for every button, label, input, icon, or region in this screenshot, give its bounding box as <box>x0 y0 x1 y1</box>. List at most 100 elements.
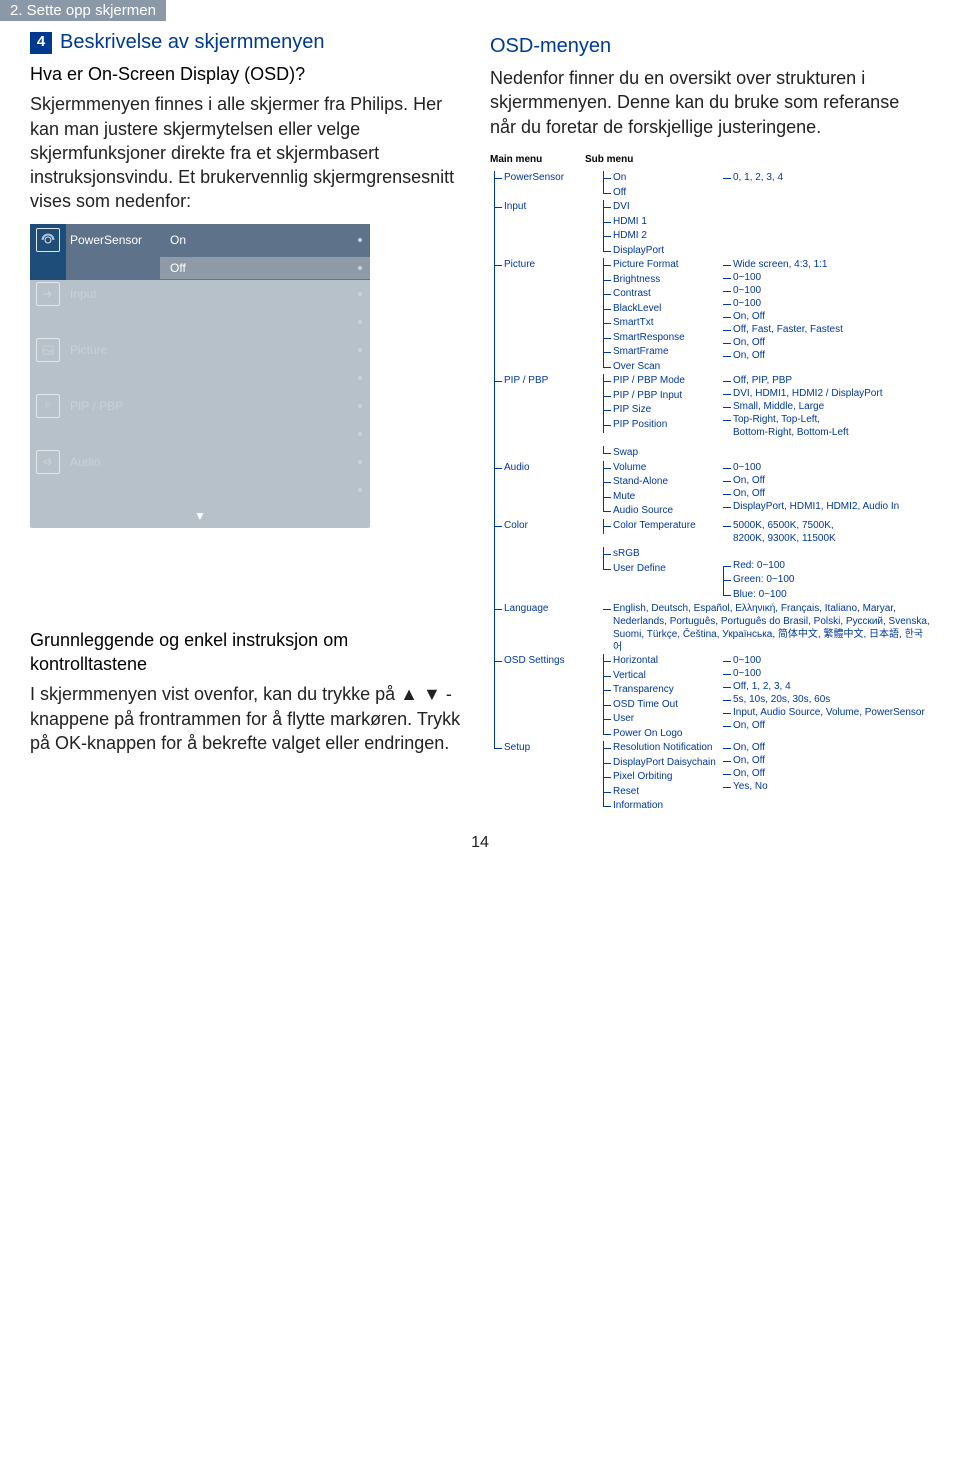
step-number: 4 <box>30 32 52 54</box>
sub-menu-item: Contrast <box>599 287 719 302</box>
sub-menu-item: On <box>599 171 719 186</box>
value-item: 0~100 <box>719 284 930 297</box>
osd-option-off[interactable]: Off <box>160 257 370 279</box>
sub-menu-item: OSD Time Out <box>599 698 719 713</box>
sub-menu-item: Horizontal <box>599 654 719 669</box>
main-menu-item: PIP / PBP <box>490 374 599 461</box>
sub-menu-item: Transparency <box>599 683 719 698</box>
sub-menu-item: BlackLevel <box>599 302 719 317</box>
value-item: 0, 1, 2, 3, 4 <box>719 171 930 184</box>
value-item: 0~100 <box>719 297 930 310</box>
sub-menu-item: Information <box>599 799 719 814</box>
sub-menu-item: Audio Source <box>599 504 719 519</box>
value-item: Input, Audio Source, Volume, PowerSensor <box>719 706 930 719</box>
value-item: On, Off <box>719 719 930 732</box>
osd-down-arrow[interactable]: ▼ <box>30 504 370 528</box>
value-item: 0~100 <box>719 271 930 284</box>
value-item: Green: 0~100 <box>719 573 930 588</box>
value-item: Yes, No <box>719 780 930 793</box>
osd-menu-picture[interactable]: Picture <box>70 342 160 358</box>
value-item: On, Off <box>719 754 930 767</box>
main-menu-item: OSD Settings <box>490 654 599 741</box>
osd-menu-tree: Main menu Sub menu PowerSensorOnOff0, 1,… <box>490 153 930 814</box>
sub-menu-item: User Define <box>599 562 719 577</box>
controls-heading: Grunnleggende og enkel instruksjon om ko… <box>30 628 470 677</box>
sub-menu-item: Brightness <box>599 273 719 288</box>
value-item: Small, Middle, Large <box>719 400 930 413</box>
step-title: Beskrivelse av skjermmenyen <box>60 29 325 56</box>
tree-head-sub: Sub menu <box>585 153 633 168</box>
sub-menu-item: Color Temperature <box>599 519 719 534</box>
picture-icon <box>36 338 60 362</box>
sub-menu-item: sRGB <box>599 547 719 562</box>
sub-menu-item: PIP / PBP Input <box>599 389 719 404</box>
value-item: DVI, HDMI1, HDMI2 / DisplayPort <box>719 387 930 400</box>
sub-menu-item: Swap <box>599 446 719 461</box>
language-list: English, Deutsch, Español, Ελληνική, Fra… <box>599 602 930 654</box>
value-item: 5000K, 6500K, 7500K, 8200K, 9300K, 11500… <box>719 519 930 545</box>
value-item: On, Off <box>719 487 930 500</box>
sub-menu-item: Stand-Alone <box>599 475 719 490</box>
osd-menu-input[interactable]: Input <box>70 286 160 302</box>
main-menu-item: Language <box>490 602 599 654</box>
sub-menu-item: PIP Size <box>599 403 719 418</box>
value-item: 0~100 <box>719 667 930 680</box>
sub-menu-item: Over Scan <box>599 360 719 375</box>
value-item: Top-Right, Top-Left, Bottom-Right, Botto… <box>719 413 930 439</box>
osd-menu-title: OSD-menyen <box>490 33 930 60</box>
value-item: On, Off <box>719 310 930 323</box>
main-menu-item: Color <box>490 519 599 603</box>
main-menu-item: Audio <box>490 461 599 519</box>
input-icon <box>36 282 60 306</box>
intro-paragraph: Skjermmenyen finnes i alle skjermer fra … <box>30 92 470 213</box>
sub-menu-item: SmartFrame <box>599 345 719 360</box>
value-item: Blue: 0~100 <box>719 588 930 603</box>
value-item: On, Off <box>719 767 930 780</box>
sub-menu-item: DisplayPort <box>599 244 719 259</box>
audio-icon <box>36 450 60 474</box>
sub-menu-item: Off <box>599 186 719 201</box>
main-menu-item: PowerSensor <box>490 171 599 200</box>
value-item: On, Off <box>719 474 930 487</box>
sub-menu-item: SmartTxt <box>599 316 719 331</box>
sub-menu-item: PIP Position <box>599 418 719 433</box>
controls-paragraph: I skjermmenyen vist ovenfor, kan du tryk… <box>30 682 470 755</box>
value-item: On, Off <box>719 336 930 349</box>
sub-menu-item: Resolution Notification <box>599 741 719 756</box>
sub-menu-item: Reset <box>599 785 719 800</box>
value-item: Red: 0~100 <box>719 559 930 574</box>
sub-menu-item: Mute <box>599 490 719 505</box>
osd-menu-pip[interactable]: PIP / PBP <box>70 398 160 414</box>
value-item: Off, Fast, Faster, Fastest <box>719 323 930 336</box>
value-item: Wide screen, 4:3, 1:1 <box>719 258 930 271</box>
arrow-up-down-icon: ▲ ▼ <box>400 684 441 704</box>
sub-menu-item: HDMI 2 <box>599 229 719 244</box>
value-item: 5s, 10s, 20s, 30s, 60s <box>719 693 930 706</box>
sub-menu-item: DVI <box>599 200 719 215</box>
osd-menu-audio[interactable]: Audio <box>70 454 160 470</box>
osd-menu-powersensor[interactable]: PowerSensor <box>70 232 160 248</box>
sub-menu-item: User <box>599 712 719 727</box>
sub-menu-item: Pixel Orbiting <box>599 770 719 785</box>
sub-menu-item: DisplayPort Daisychain <box>599 756 719 771</box>
main-menu-item: Setup <box>490 741 599 814</box>
ok-label: OK <box>55 733 81 753</box>
main-menu-item: Input <box>490 200 599 258</box>
value-item: 0~100 <box>719 654 930 667</box>
section-header: 2. Sette opp skjermen <box>0 0 166 21</box>
pip-icon: P <box>36 394 60 418</box>
sensor-icon <box>36 228 60 252</box>
sub-menu-item: SmartResponse <box>599 331 719 346</box>
tree-head-main: Main menu <box>490 153 585 168</box>
sub-menu-item: Volume <box>599 461 719 476</box>
value-item: 0~100 <box>719 461 930 474</box>
value-item: Off, PIP, PBP <box>719 374 930 387</box>
osd-screenshot: PowerSensor On Off Input <box>30 224 370 528</box>
value-item: Off, 1, 2, 3, 4 <box>719 680 930 693</box>
osd-option-on[interactable]: On <box>160 229 370 251</box>
value-item: DisplayPort, HDMI1, HDMI2, Audio In <box>719 500 930 513</box>
sub-menu-item: Vertical <box>599 669 719 684</box>
value-item: On, Off <box>719 349 930 362</box>
page-number: 14 <box>0 834 960 868</box>
sub-menu-item: HDMI 1 <box>599 215 719 230</box>
